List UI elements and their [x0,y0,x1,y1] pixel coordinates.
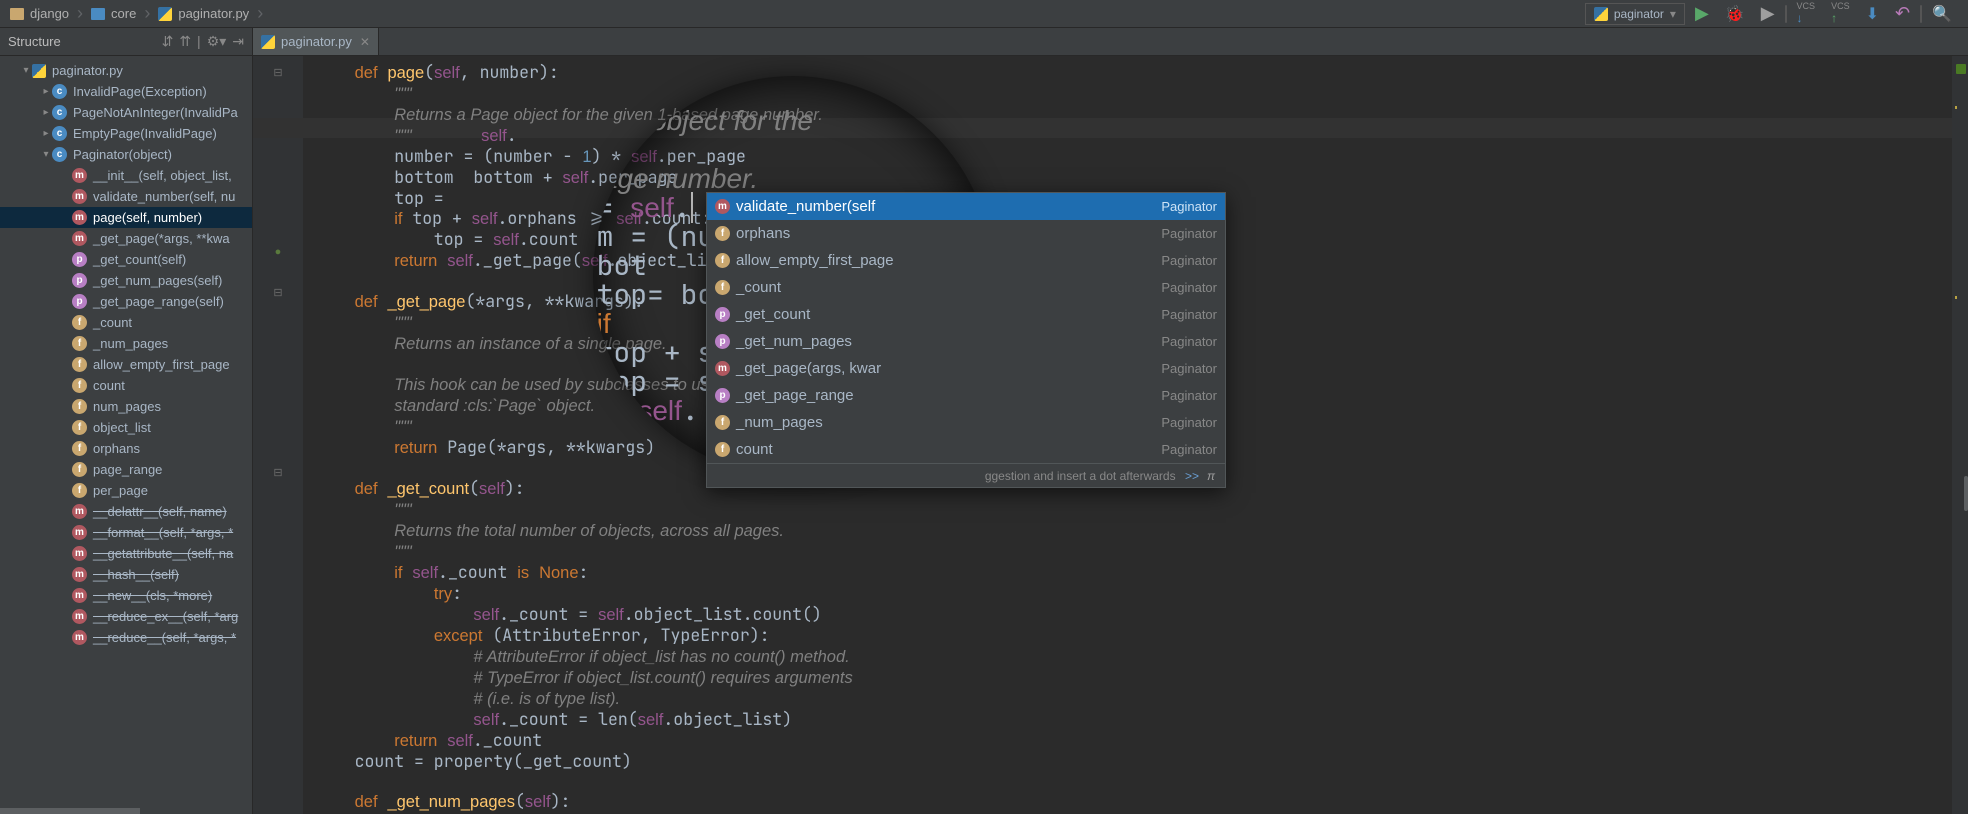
tree-item[interactable]: m__new__(cls, *more) [0,585,252,606]
breadcrumb-root[interactable]: django [6,0,73,28]
debug-button[interactable]: 🐞 [1719,3,1751,25]
tree-item[interactable]: fcount [0,375,252,396]
structure-tool-window: Structure ⇵ ⇈ | ⚙▾ ⇥ ▾paginator.py ▸cInv… [0,28,253,814]
breadcrumb-separator: › [140,3,154,24]
tree-item[interactable]: m__reduce_ex__(self, *arg [0,606,252,627]
expand-all-icon[interactable]: ⇵ [162,33,174,50]
completion-hint: ggestion and insert a dot afterwards >>π [707,463,1225,487]
tree-item[interactable]: fpage_range [0,459,252,480]
tree-item[interactable]: m_get_page(*args, **kwa [0,228,252,249]
breadcrumb: django › core › paginator.py › [0,0,267,28]
run-with-coverage-button[interactable]: ▶ [1755,3,1781,25]
settings-icon[interactable]: ⚙▾ [207,33,227,50]
tree-item[interactable]: f_count [0,312,252,333]
tree-item[interactable]: m__hash__(self) [0,564,252,585]
tree-item[interactable]: f_num_pages [0,333,252,354]
tree-item[interactable]: forphans [0,438,252,459]
tree-file-root[interactable]: ▾paginator.py [0,60,252,81]
tree-item[interactable]: ▸cEmptyPage(InvalidPage) [0,123,252,144]
inspection-indicator[interactable] [1956,64,1966,74]
run-configuration-selector[interactable]: paginator▾ [1585,3,1685,25]
tree-item[interactable]: mpage(self, number) [0,207,252,228]
tree-item[interactable]: fper_page [0,480,252,501]
tree-item[interactable]: fallow_empty_first_page [0,354,252,375]
editor-area: paginator.py✕ ⊟●⊟⊟ def page(self, number… [253,28,1968,814]
tree-item[interactable]: m__init__(self, object_list, [0,165,252,186]
separator: | [197,33,201,50]
tree-item[interactable]: m__format__(self, *args, * [0,522,252,543]
breadcrumb-folder[interactable]: core [87,0,140,28]
undo-button[interactable]: ↶ [1889,3,1916,25]
horizontal-scrollbar[interactable] [0,808,252,814]
vertical-scrollbar-thumb[interactable] [1964,476,1968,511]
tree-item[interactable]: ▾cPaginator(object) [0,144,252,165]
tree-item[interactable]: p_get_num_pages(self) [0,270,252,291]
completion-item[interactable]: p_get_page_rangePaginator [707,382,1225,409]
separator [1920,5,1922,23]
close-tab-icon[interactable]: ✕ [360,35,370,49]
tree-item[interactable]: mvalidate_number(self, nu [0,186,252,207]
structure-tree[interactable]: ▾paginator.py ▸cInvalidPage(Exception)▸c… [0,56,252,808]
tree-item[interactable]: p_get_page_range(self) [0,291,252,312]
vcs-update-button[interactable]: VCS↓ [1791,3,1822,25]
error-stripe[interactable] [1952,56,1968,814]
hide-icon[interactable]: ⇥ [232,33,244,50]
pi-icon: π [1207,469,1215,483]
code-editor[interactable]: ⊟●⊟⊟ def page(self, number): """ Returns… [253,56,1968,814]
completion-item[interactable]: f_num_pagesPaginator [707,409,1225,436]
breadcrumb-separator: › [73,3,87,24]
hint-link[interactable]: >> [1185,469,1199,483]
tree-item[interactable]: m__delattr__(self, name) [0,501,252,522]
tree-item[interactable]: fobject_list [0,417,252,438]
editor-gutter[interactable]: ⊟●⊟⊟ [253,56,303,814]
tree-item[interactable]: m__reduce__(self, *args, * [0,627,252,648]
toolbar-right: paginator▾ ▶ 🐞 ▶ VCS↓ VCS↑ ⬇ ↶ 🔍 [1585,3,1968,25]
revert-button[interactable]: ⬇ [1860,3,1885,25]
tool-window-title: Structure [8,34,61,49]
tree-item[interactable]: ▸cPageNotAnInteger(InvalidPa [0,102,252,123]
vcs-commit-button[interactable]: VCS↑ [1825,3,1856,25]
completion-item[interactable]: fallow_empty_first_pagePaginator [707,247,1225,274]
run-button[interactable]: ▶ [1689,3,1715,25]
separator [1785,5,1787,23]
breadcrumb-file[interactable]: paginator.py [154,0,253,28]
tree-item[interactable]: m__getattribute__(self, na [0,543,252,564]
completion-item[interactable]: f_countPaginator [707,274,1225,301]
breadcrumb-separator: › [253,3,267,24]
completion-item[interactable]: p_get_num_pagesPaginator [707,328,1225,355]
editor-tab[interactable]: paginator.py✕ [253,28,379,55]
code-completion-popup[interactable]: mvalidate_number(selfPaginatorforphansPa… [706,192,1226,488]
completion-item[interactable]: mvalidate_number(selfPaginator [707,193,1225,220]
completion-item[interactable]: forphansPaginator [707,220,1225,247]
tree-item[interactable]: p_get_count(self) [0,249,252,270]
editor-tabs: paginator.py✕ [253,28,1968,56]
search-everywhere-button[interactable]: 🔍 [1926,3,1958,25]
completion-item[interactable]: m_get_page(args, kwarPaginator [707,355,1225,382]
collapse-all-icon[interactable]: ⇈ [179,33,191,50]
tree-item[interactable]: ▸cInvalidPage(Exception) [0,81,252,102]
completion-item[interactable]: fcountPaginator [707,436,1225,463]
navigation-bar: django › core › paginator.py › paginator… [0,0,1968,28]
completion-item[interactable]: p_get_countPaginator [707,301,1225,328]
tree-item[interactable]: fnum_pages [0,396,252,417]
